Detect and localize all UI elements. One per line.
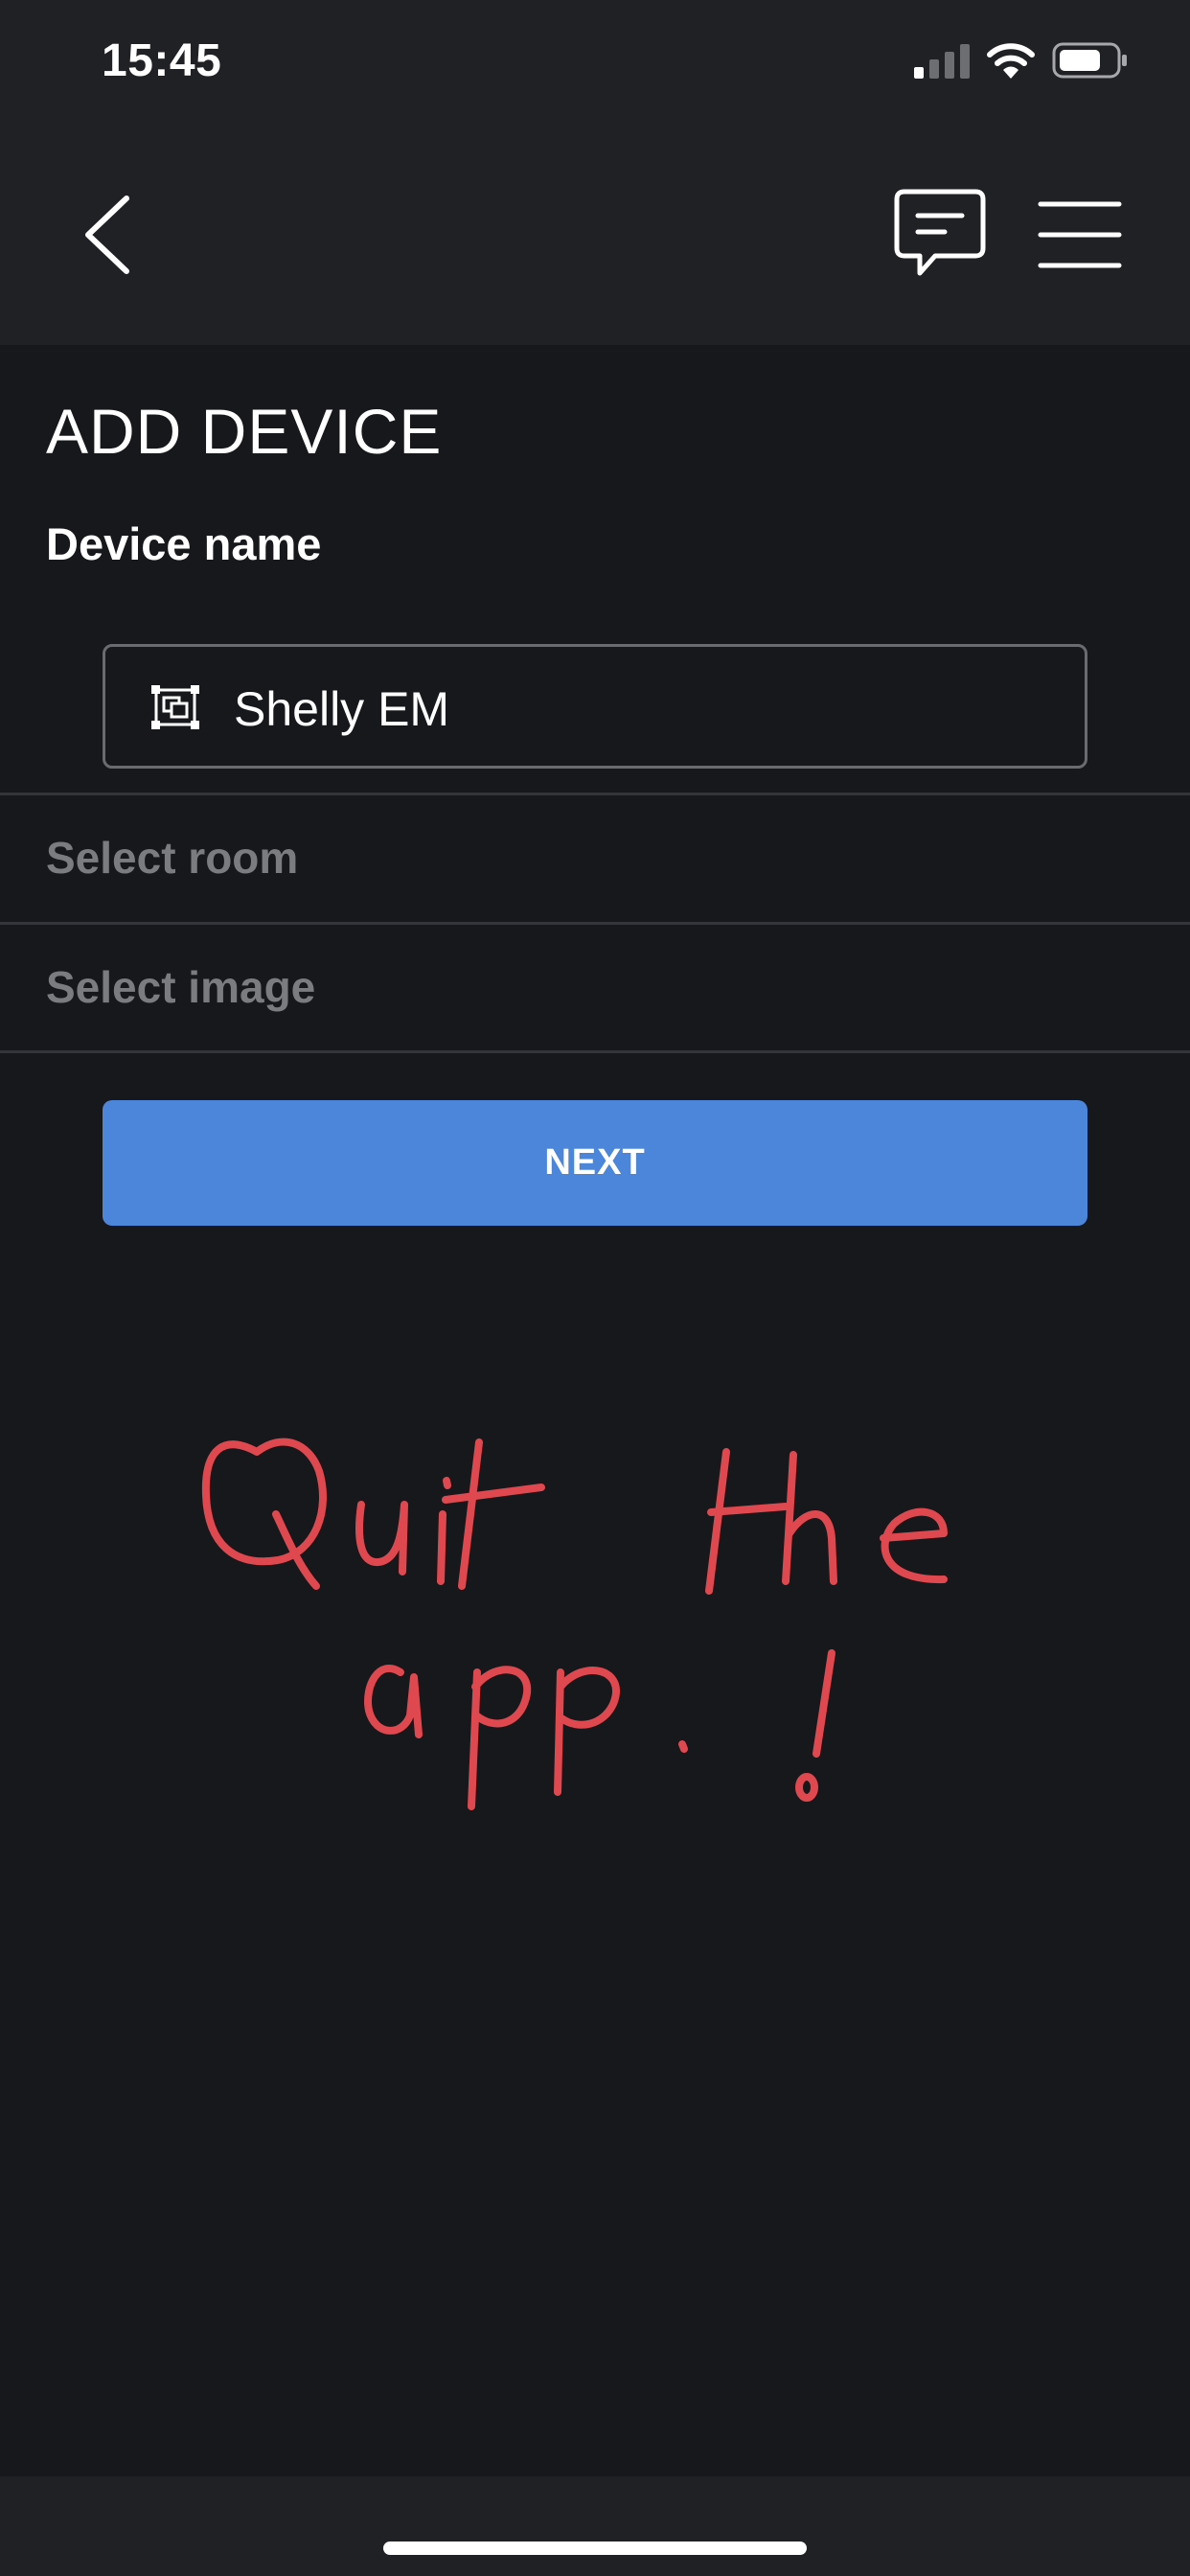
handwritten-annotation	[201, 1438, 948, 1810]
hamburger-menu-icon	[1038, 201, 1122, 268]
next-button[interactable]: NEXT	[103, 1100, 1087, 1226]
device-name-label: Device name	[46, 518, 322, 569]
select-image-label: Select image	[46, 962, 316, 1012]
menu-button[interactable]	[1037, 196, 1123, 273]
select-room-row[interactable]: Select room	[0, 795, 1190, 922]
status-time: 15:45	[102, 35, 222, 86]
device-name-value: Shelly EM	[234, 682, 450, 736]
chat-bubble-icon	[894, 189, 986, 276]
select-image-row[interactable]: Select image	[0, 925, 1190, 1051]
page-title: ADD DEVICE	[46, 396, 443, 467]
device-frame-icon	[151, 685, 199, 729]
signal-icon	[914, 44, 970, 79]
home-indicator[interactable]	[383, 2542, 807, 2555]
battery-icon	[1052, 42, 1127, 79]
wifi-icon	[987, 43, 1035, 79]
add-device-screen: 15:45 ADD DEVICE Device name Shelly EM S…	[0, 0, 1190, 2576]
chat-button[interactable]	[891, 187, 989, 283]
chevron-left-icon	[85, 196, 129, 274]
select-room-label: Select room	[46, 833, 299, 883]
bottom-bar	[0, 2476, 1190, 2576]
device-name-input[interactable]: Shelly EM	[103, 644, 1087, 769]
top-bar: 15:45	[0, 0, 1190, 345]
divider	[0, 1050, 1190, 1053]
back-button[interactable]	[77, 187, 144, 283]
